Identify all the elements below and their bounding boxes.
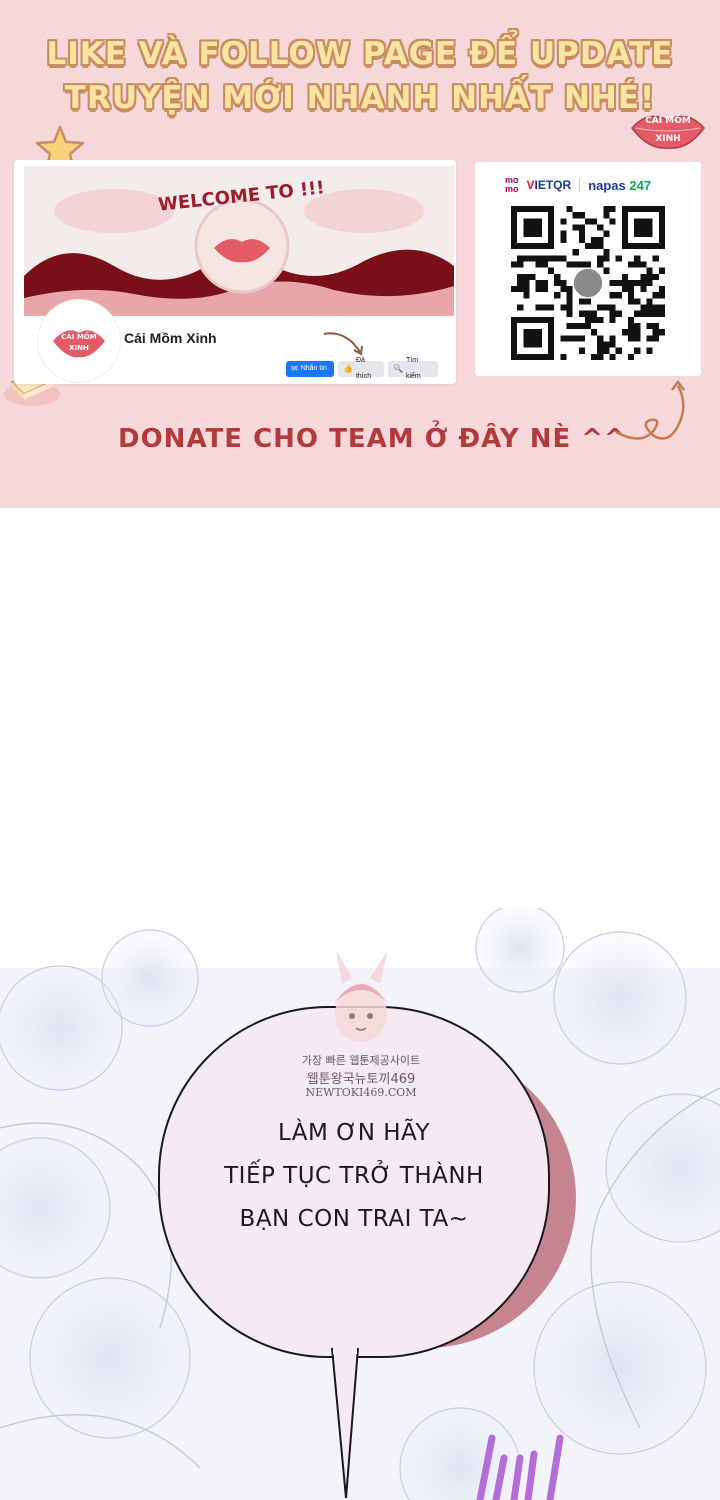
sticker-text-2: XINH (655, 134, 681, 144)
site-watermark: 가장 빠른 웹툰제공사이트 웹툰왕국뉴토끼469 NEWTOKI469.COM (276, 944, 446, 1104)
message-button[interactable]: ✉ Nhắn tin (286, 361, 334, 377)
message-button-label: Nhắn tin (300, 365, 327, 372)
watermark-line-1: 가장 빠른 웹툰제공사이트 (301, 1054, 421, 1067)
qr-code (511, 206, 665, 360)
swirl-arrow-icon (615, 379, 685, 440)
donation-qr-card: mo mo VIETQR napas 247 (475, 162, 701, 376)
vietqr-logo: VIETQR (526, 178, 572, 192)
promo-banner: LIKE VÀ FOLLOW PAGE ĐỂ UPDATE TRUYỆN MỚI… (0, 0, 720, 508)
sound-effect-strokes (476, 1434, 564, 1500)
watermark-line-2: 웹툰왕국뉴토끼469 (306, 1072, 416, 1087)
thumbs-up-icon: 👍 (343, 364, 353, 373)
watermark-line-3: NEWTOKI469.COM (305, 1086, 417, 1099)
facebook-page-card[interactable]: WELCOME TO !!! CÁI MỒM XINH Cái Mồm Xinh… (14, 160, 456, 384)
bubble-line-1: LÀM ƠN HÃY (277, 1120, 431, 1146)
search-button[interactable]: 🔍 Tìm kiếm (388, 357, 438, 380)
donate-text: DONATE CHO TEAM Ở ĐÂY NÈ ^^ (118, 424, 627, 454)
lips-sticker: CÁI MỒM XINH (628, 108, 708, 156)
avatar-text-1: CÁI MỒM (61, 331, 97, 341)
cover-illustration: WELCOME TO !!! (24, 177, 454, 316)
messenger-icon: ✉ (291, 364, 298, 373)
headline-line-1: LIKE VÀ FOLLOW PAGE ĐỂ UPDATE (46, 36, 674, 72)
facebook-page-name[interactable]: Cái Mồm Xinh (124, 330, 217, 346)
speech-bubble-text: LÀM ƠN HÃY TIẾP TỤC TRỞ THÀNH BẠN CON TR… (158, 1112, 550, 1241)
napas-logo: napas 247 (588, 177, 652, 193)
liked-button[interactable]: 👍 Đã thích (338, 357, 384, 380)
momo-logo: mo mo (505, 175, 519, 194)
logo-divider (579, 178, 581, 192)
liked-button-label: Đã thích (355, 357, 372, 380)
search-button-label: Tìm kiếm (405, 357, 421, 380)
mascot-icon (334, 950, 388, 1042)
avatar-text-2: XINH (69, 344, 89, 352)
comic-panel: LÀM ƠN HÃY TIẾP TỤC TRỞ THÀNH BẠN CON TR… (0, 508, 720, 1500)
facebook-avatar: CÁI MỒM XINH (38, 300, 120, 382)
bubble-line-2: TIẾP TỤC TRỞ THÀNH (224, 1163, 484, 1189)
bubble-line-3: BẠN CON TRAI TA~ (239, 1206, 469, 1232)
headline-line-2: TRUYỆN MỚI NHANH NHẤT NHÉ! (64, 80, 656, 116)
facebook-cover-image: WELCOME TO !!! (24, 166, 454, 316)
search-icon: 🔍 (393, 364, 403, 373)
lips-icon (631, 115, 705, 149)
sticker-text-1: CÁI MỒM (645, 116, 691, 126)
payment-logos: mo mo VIETQR napas 247 (505, 172, 675, 198)
speech-bubble-tail (331, 1348, 359, 1499)
